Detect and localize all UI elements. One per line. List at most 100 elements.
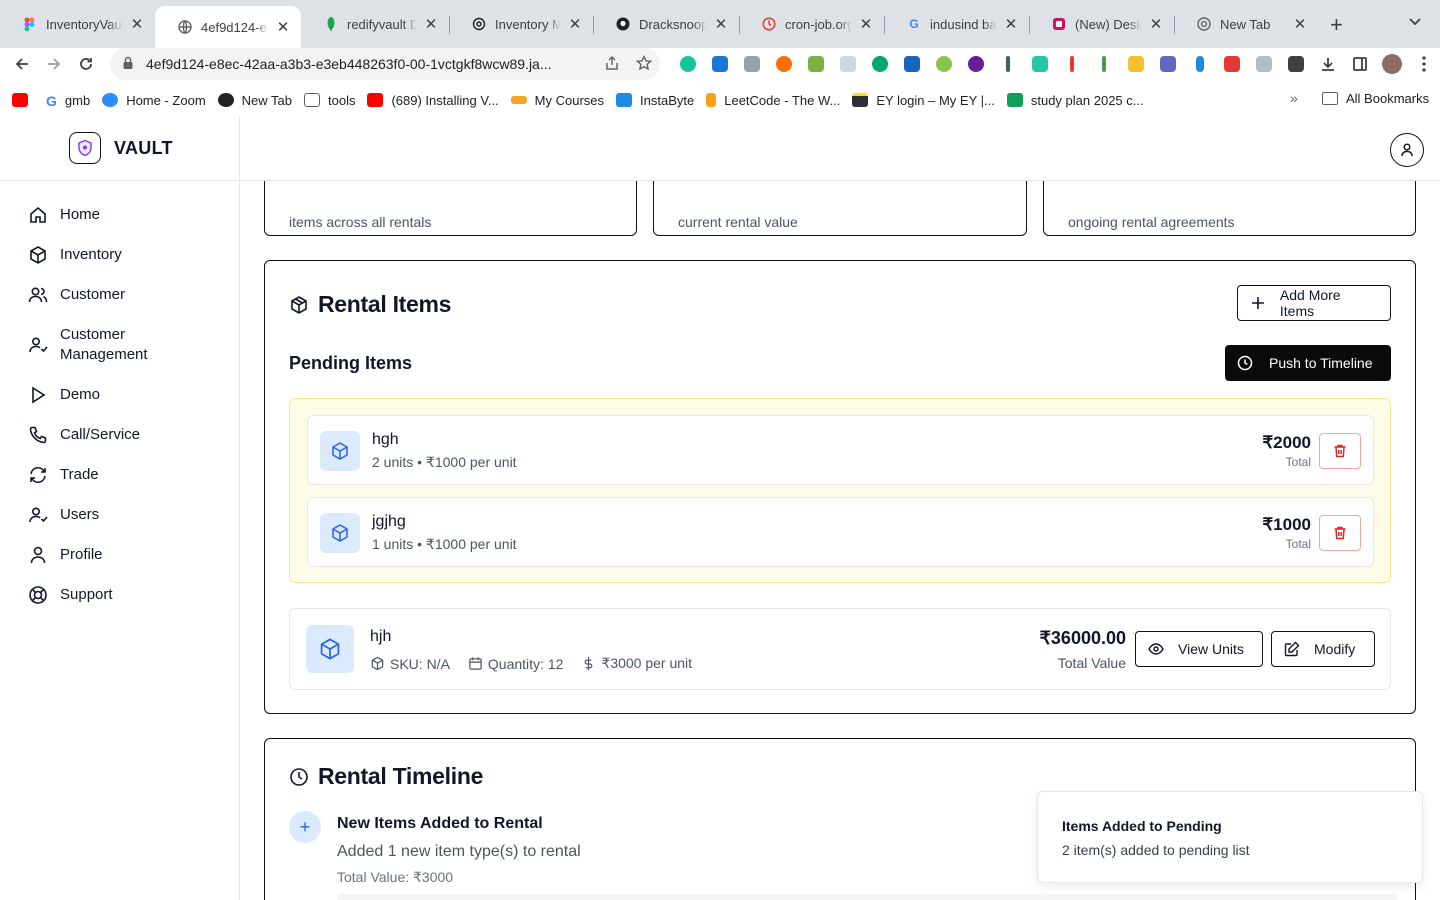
extension-notes-icon[interactable] bbox=[832, 54, 864, 74]
extension-blaze-icon[interactable] bbox=[768, 54, 800, 74]
extension-close-icon[interactable] bbox=[1056, 54, 1088, 74]
extension-profile-icon[interactable] bbox=[1152, 54, 1184, 74]
more-bookmarks-chevron-icon[interactable]: » bbox=[1290, 90, 1298, 106]
close-icon[interactable]: ✕ bbox=[1148, 15, 1164, 33]
sidebar-item-profile[interactable]: Profile bbox=[28, 545, 228, 585]
bookmark-item[interactable]: EY login – My EY |... bbox=[852, 93, 995, 108]
forward-arrow-icon[interactable] bbox=[42, 52, 66, 76]
sidebar-item-call-service[interactable]: Call/Service bbox=[28, 425, 228, 465]
bookmark-youtube[interactable] bbox=[12, 93, 34, 107]
stat-subtitle: items across all rentals bbox=[289, 214, 432, 230]
all-bookmarks-folder[interactable]: All Bookmarks bbox=[1322, 91, 1429, 106]
bookmark-folder[interactable]: tools bbox=[304, 93, 355, 108]
browser-tab[interactable]: (New) Designe ✕ bbox=[1029, 8, 1174, 40]
vault-logo-icon bbox=[69, 132, 101, 164]
bookmark-item[interactable]: InstaByte bbox=[616, 93, 694, 108]
new-tab-plus-icon[interactable]: + bbox=[1330, 12, 1343, 38]
profile-avatar-icon[interactable] bbox=[1376, 54, 1408, 74]
view-units-button[interactable]: View Units bbox=[1135, 631, 1263, 667]
extension-grammarly-icon[interactable] bbox=[672, 54, 704, 74]
reload-icon[interactable] bbox=[74, 52, 98, 76]
bookmark-star-icon[interactable] bbox=[628, 54, 660, 74]
bookmark-item[interactable]: (689) Installing V... bbox=[367, 93, 499, 108]
browser-tab[interactable]: Dracksnoop/va ✕ bbox=[593, 8, 739, 40]
close-icon[interactable]: ✕ bbox=[129, 15, 145, 33]
sidebar-item-users[interactable]: Users bbox=[28, 505, 228, 545]
share-icon[interactable] bbox=[596, 55, 628, 73]
extension-tag-icon[interactable] bbox=[1120, 54, 1152, 74]
extension-star-icon[interactable] bbox=[960, 54, 992, 74]
mongodb-leaf-icon bbox=[323, 16, 339, 32]
extensions-puzzle-icon[interactable] bbox=[1280, 54, 1312, 74]
bookmark-item[interactable]: Ggmb bbox=[46, 92, 91, 110]
folder-icon bbox=[1322, 92, 1338, 105]
tab-search-chevron-icon[interactable] bbox=[1408, 14, 1422, 30]
toast-notification[interactable]: Items Added to Pending 2 item(s) added t… bbox=[1037, 791, 1423, 883]
item-meta: SKU: N/A Quantity: 12 ₹3000 per unit bbox=[370, 655, 710, 672]
brand[interactable]: VAULT bbox=[0, 116, 239, 181]
sidebar-item-customer-management[interactable]: Customer Management bbox=[28, 325, 228, 385]
bookmark-item[interactable]: LeetCode - The W... bbox=[706, 93, 840, 108]
user-icon bbox=[30, 546, 46, 564]
browser-tab[interactable]: Inventory Man ✕ bbox=[449, 8, 593, 40]
browser-tab[interactable]: G indusind bank ✕ bbox=[884, 8, 1029, 40]
extension-video-icon[interactable] bbox=[1216, 54, 1248, 74]
bookmark-item[interactable]: My Courses bbox=[510, 93, 604, 108]
browser-tab[interactable]: New Tab ✕ bbox=[1174, 8, 1318, 40]
tab-title: 4ef9d124-e8ec bbox=[201, 19, 269, 35]
close-icon[interactable]: ✕ bbox=[275, 18, 291, 36]
sidebar-item-label: Users bbox=[60, 506, 100, 523]
browser-tab[interactable]: redifyvault Dat ✕ bbox=[301, 8, 449, 40]
bookmark-label: InstaByte bbox=[640, 92, 695, 108]
extension-gear-icon[interactable] bbox=[928, 54, 960, 74]
extension-plus-icon[interactable] bbox=[1088, 54, 1120, 74]
sidebar-item-trade[interactable]: Trade bbox=[28, 465, 228, 505]
user-menu-button[interactable] bbox=[1390, 133, 1424, 167]
close-icon[interactable]: ✕ bbox=[1292, 15, 1308, 33]
sidebar-item-label: Customer bbox=[60, 286, 126, 303]
tab-title: indusind bank bbox=[930, 16, 997, 32]
close-icon[interactable]: ✕ bbox=[1003, 15, 1019, 33]
extension-reader-icon[interactable] bbox=[704, 54, 736, 74]
sidebar-item-home[interactable]: Home bbox=[28, 205, 228, 245]
sidebar-item-customer[interactable]: Customer bbox=[28, 285, 228, 325]
browser-tab-active[interactable]: 4ef9d124-e8ec ✕ bbox=[155, 6, 301, 48]
sidebar-item-support[interactable]: Support bbox=[28, 585, 228, 625]
panel-title-text: Rental Timeline bbox=[318, 763, 484, 789]
extension-wave-icon[interactable] bbox=[1184, 54, 1216, 74]
browser-tab[interactable]: cron-job.org C ✕ bbox=[739, 8, 884, 40]
sidebar: VAULT Home Inventory Customer Customer M… bbox=[0, 116, 240, 900]
add-more-items-button[interactable]: Add More Items bbox=[1237, 285, 1391, 321]
close-icon[interactable]: ✕ bbox=[713, 15, 729, 33]
extension-shield-icon[interactable] bbox=[1248, 54, 1280, 74]
sidebar-item-inventory[interactable]: Inventory bbox=[28, 245, 228, 285]
extension-robot-icon[interactable] bbox=[864, 54, 896, 74]
extension-pen-icon[interactable] bbox=[992, 54, 1024, 74]
user-icon bbox=[1401, 143, 1413, 157]
browser-tab[interactable]: InventoryVault ✕ bbox=[0, 8, 155, 40]
delete-item-button[interactable] bbox=[1319, 515, 1361, 551]
browser-menu-icon[interactable] bbox=[1408, 54, 1440, 74]
bookmark-label: gmb bbox=[64, 92, 91, 108]
push-to-timeline-button[interactable]: Push to Timeline bbox=[1225, 345, 1391, 381]
modify-item-button[interactable]: Modify bbox=[1271, 631, 1375, 667]
download-icon[interactable] bbox=[1312, 54, 1344, 74]
bookmark-item[interactable]: Home - Zoom bbox=[102, 93, 206, 108]
extension-check-icon[interactable] bbox=[896, 54, 928, 74]
back-arrow-icon[interactable] bbox=[10, 52, 34, 76]
delete-item-button[interactable] bbox=[1319, 433, 1361, 469]
close-icon[interactable]: ✕ bbox=[423, 15, 439, 33]
site-info-icon[interactable] bbox=[122, 56, 134, 73]
close-icon[interactable]: ✕ bbox=[858, 15, 874, 33]
address-bar[interactable]: 4ef9d124-e8ec-42aa-a3b3-e3eb448263f0-00-… bbox=[110, 48, 660, 80]
sidebar-item-demo[interactable]: Demo bbox=[28, 385, 228, 425]
extension-camera-icon[interactable] bbox=[736, 54, 768, 74]
close-icon[interactable]: ✕ bbox=[567, 15, 583, 33]
extension-palette-icon[interactable] bbox=[800, 54, 832, 74]
sku-meta: SKU: N/A bbox=[370, 656, 450, 672]
side-panel-icon[interactable] bbox=[1344, 54, 1376, 74]
bookmark-item[interactable]: New Tab bbox=[217, 93, 292, 108]
extension-notion-icon[interactable] bbox=[1024, 54, 1056, 74]
bookmark-item[interactable]: study plan 2025 c... bbox=[1006, 93, 1144, 108]
item-name: hjh bbox=[370, 628, 392, 645]
